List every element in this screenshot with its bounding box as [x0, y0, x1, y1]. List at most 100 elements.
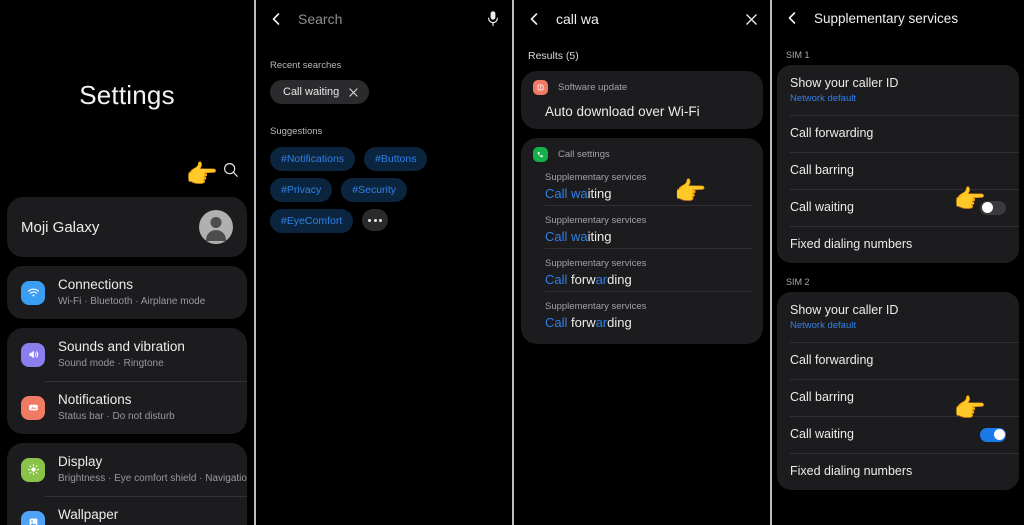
row-title: Connections — [58, 277, 134, 292]
suggestion-chip[interactable]: #EyeComfort — [270, 209, 354, 233]
row-text: Call waiting — [790, 199, 980, 216]
suggestion-chip[interactable]: #Security — [341, 178, 408, 202]
suggestion-chip[interactable]: #Notifications — [270, 147, 356, 171]
row-text: Call waiting — [790, 426, 980, 443]
row-title: Call waiting — [790, 200, 854, 214]
settings-search-row: 👉 — [0, 153, 254, 197]
search-results-panel: call wa Results (5) Software update Auto… — [514, 0, 770, 525]
row-text: Notifications Status bar · Do not distur… — [58, 391, 175, 424]
sidebar-item-connections[interactable]: Connections Wi-Fi · Bluetooth · Airplane… — [7, 266, 247, 319]
result-item-title: Call forwarding — [545, 270, 751, 289]
row-subtitle: Wi-Fi · Bluetooth · Airplane mode — [58, 296, 206, 307]
title-fragment: iting — [587, 229, 612, 244]
search-icon[interactable] — [222, 161, 240, 179]
sidebar-item-display[interactable]: Display Brightness · Eye comfort shield … — [7, 443, 247, 496]
chevron-left-icon[interactable] — [784, 10, 800, 26]
result-item[interactable]: Supplementary services Call forwarding — [521, 291, 763, 334]
row-title: Show your caller ID — [790, 76, 899, 90]
row-call-forwarding[interactable]: Call forwarding — [777, 115, 1019, 152]
row-title: Call barring — [790, 163, 854, 177]
sim1-section-label: SIM 1 — [786, 50, 810, 60]
row-show-your-caller-id[interactable]: Show your caller ID Network default — [777, 292, 1019, 342]
sim1-settings-card: Show your caller ID Network default Call… — [777, 65, 1019, 263]
chevron-left-icon[interactable] — [526, 11, 542, 27]
chevron-left-icon[interactable] — [268, 11, 284, 27]
row-title: Call forwarding — [790, 126, 874, 140]
sim2-section-label: SIM 2 — [786, 277, 810, 287]
row-subtitle: Network default — [790, 93, 857, 104]
result-item-title: Call waiting — [545, 184, 751, 203]
result-card-header: Software update — [521, 80, 763, 95]
title-fragment: iting — [587, 186, 612, 201]
row-text: Connections Wi-Fi · Bluetooth · Airplane… — [58, 276, 205, 309]
row-text: Show your caller ID Network default — [790, 75, 1006, 105]
row-title: Sounds and vibration — [58, 339, 185, 354]
suggestions-label: Suggestions — [270, 126, 323, 137]
three-panel-screenshot-composite: Settings 👉 Moji Galaxy Connections Wi-Fi… — [0, 0, 1024, 525]
suggestion-chip[interactable]: #Privacy — [270, 178, 333, 202]
row-text: Call forwarding — [790, 352, 1006, 369]
search-empty-panel: Search Recent searches Call waiting Sugg… — [256, 0, 512, 525]
close-x-icon[interactable] — [349, 87, 358, 97]
supplementary-services-panel: Supplementary services SIM 1 Show your c… — [772, 0, 1024, 525]
highlighted-match: ar — [595, 315, 608, 330]
row-title: Show your caller ID — [790, 303, 899, 317]
row-title: Call forwarding — [790, 353, 874, 367]
results-count-label: Results (5) — [528, 50, 579, 62]
pointing-hand-icon: 👉 — [674, 176, 707, 206]
result-item-title: Call forwarding — [545, 313, 751, 332]
result-card-call-settings: Call settings Supplementary services Cal… — [521, 138, 763, 344]
software-update-icon — [533, 80, 548, 95]
search-bar-with-query: call wa — [514, 0, 770, 38]
row-title: Call waiting — [790, 427, 854, 441]
result-item[interactable]: Supplementary services Call waiting — [521, 162, 763, 205]
highlighted-match: ar — [595, 272, 608, 287]
row-title: Fixed dialing numbers — [790, 237, 913, 251]
row-text: Wallpaper Home and lock screen wallpaper — [58, 506, 203, 525]
highlighted-match: Call — [545, 272, 568, 287]
more-dots-icon[interactable] — [362, 209, 389, 231]
row-title: Display — [58, 454, 103, 469]
row-title: Notifications — [58, 392, 132, 407]
suggestion-chip[interactable]: #Buttons — [364, 147, 428, 171]
result-item[interactable]: Supplementary services Call waiting — [521, 205, 763, 248]
row-text: Sounds and vibration Sound mode · Ringto… — [58, 338, 185, 371]
app-bar: Supplementary services — [772, 0, 1024, 36]
row-fixed-dialing-numbers[interactable]: Fixed dialing numbers — [777, 453, 1019, 490]
sidebar-item-sounds-and-vibration[interactable]: Sounds and vibration Sound mode · Ringto… — [7, 328, 247, 381]
recent-search-chip[interactable]: Call waiting — [270, 80, 370, 104]
result-card-software-update[interactable]: Software update Auto download over Wi-Fi — [521, 71, 763, 129]
highlighted-match: Call wa — [545, 186, 588, 201]
pointing-hand-icon: 👉 — [185, 159, 218, 189]
row-show-your-caller-id[interactable]: Show your caller ID Network default — [777, 65, 1019, 115]
row-subtitle: Status bar · Do not disturb — [58, 411, 175, 422]
microphone-icon[interactable] — [486, 10, 500, 28]
settings-group-connections: Connections Wi-Fi · Bluetooth · Airplane… — [7, 266, 247, 319]
sidebar-item-notifications[interactable]: Notifications Status bar · Do not distur… — [7, 381, 247, 434]
result-item-category: Supplementary services — [545, 301, 647, 312]
row-text: Fixed dialing numbers — [790, 236, 1006, 253]
result-item[interactable]: Supplementary services Call forwarding — [521, 248, 763, 291]
search-bar: Search — [256, 0, 512, 38]
call-waiting-toggle[interactable] — [980, 427, 1006, 442]
pointing-hand-icon: 👉 — [953, 393, 986, 423]
row-call-forwarding[interactable]: Call forwarding — [777, 342, 1019, 379]
profile-name: Moji Galaxy — [21, 218, 100, 236]
result-main-title: Auto download over Wi-Fi — [545, 104, 700, 119]
sidebar-item-wallpaper[interactable]: Wallpaper Home and lock screen wallpaper — [7, 496, 247, 525]
phone-icon — [533, 147, 548, 162]
wifi-icon — [21, 280, 45, 305]
close-x-icon[interactable] — [745, 13, 758, 26]
settings-home-panel: Settings 👉 Moji Galaxy Connections Wi-Fi… — [0, 0, 254, 525]
settings-group-display-wallpaper: Display Brightness · Eye comfort shield … — [7, 443, 247, 525]
search-input[interactable]: Search — [298, 11, 486, 27]
title-fragment: forw — [567, 272, 596, 287]
result-item-title: Call waiting — [545, 227, 751, 246]
result-source-label: Call settings — [558, 149, 610, 160]
profile-card[interactable]: Moji Galaxy — [7, 197, 247, 257]
result-item-category: Supplementary services — [545, 172, 647, 183]
search-input[interactable]: call wa — [556, 11, 745, 27]
row-fixed-dialing-numbers[interactable]: Fixed dialing numbers — [777, 226, 1019, 263]
recent-searches-list: Call waiting — [256, 80, 512, 104]
result-source-label: Software update — [558, 82, 628, 93]
